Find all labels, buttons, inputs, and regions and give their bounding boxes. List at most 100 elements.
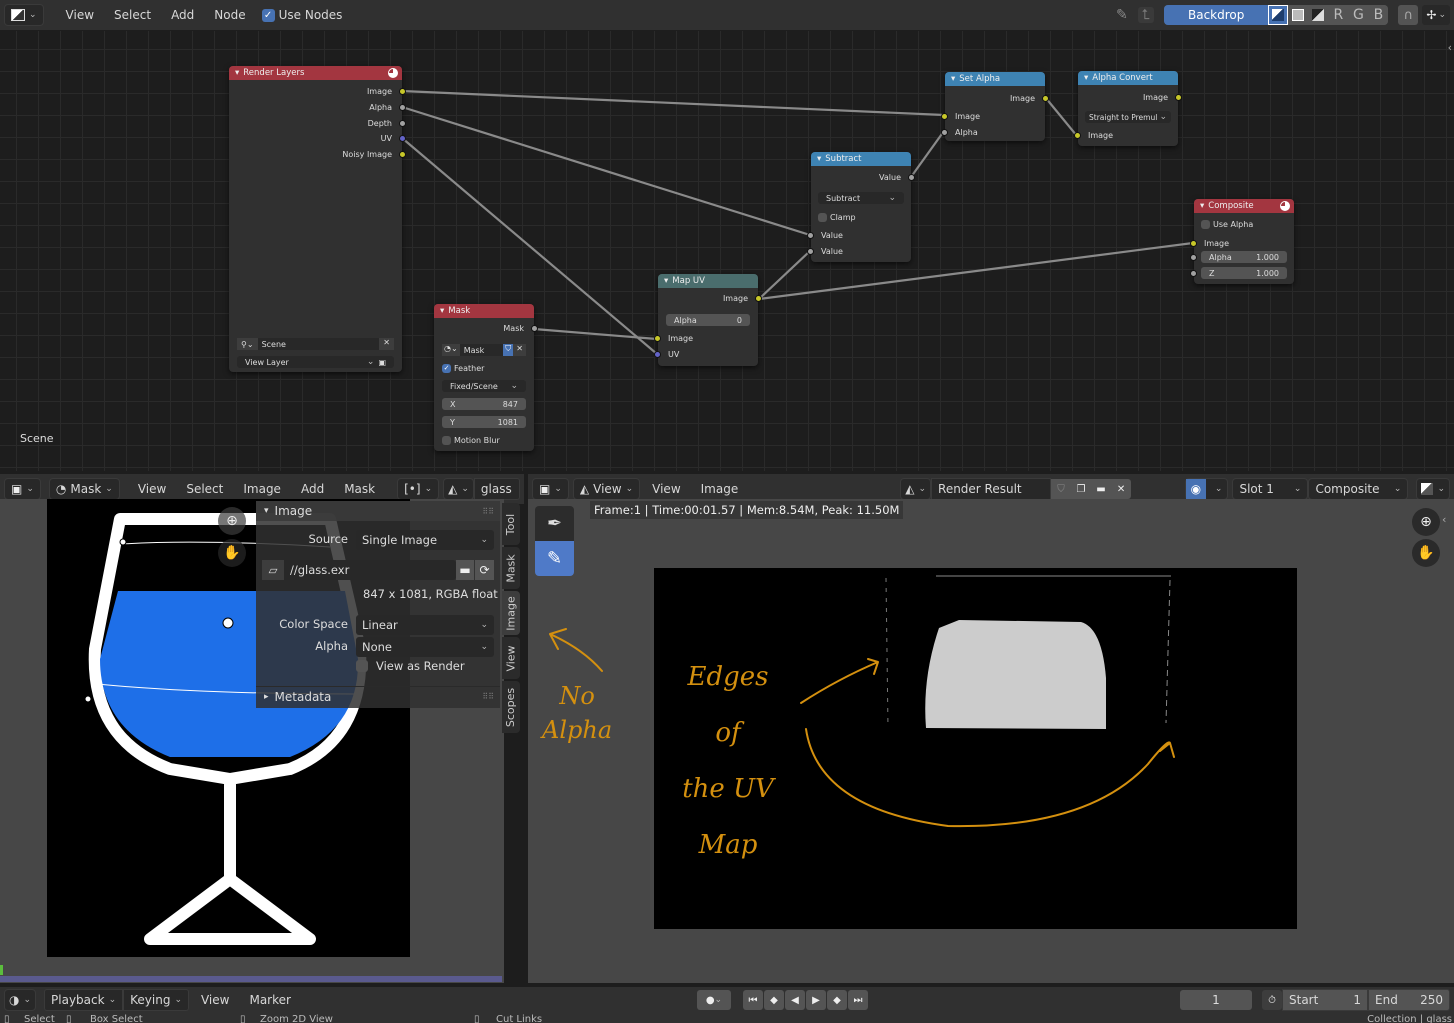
image-browse-button[interactable]: ◭ ⌄ <box>443 478 474 500</box>
socket-mask[interactable] <box>531 325 538 332</box>
use-nodes-toggle[interactable]: ✓ Use Nodes <box>261 8 342 22</box>
image-panel-header[interactable]: ▾ Image ⠿⠿ <box>256 501 500 521</box>
tab-scopes[interactable]: Scopes <box>502 681 520 733</box>
packed-file-icon[interactable]: ▱ <box>262 560 284 580</box>
render-icon[interactable] <box>1280 201 1290 211</box>
drag-handle-icon[interactable]: ⠿⠿ <box>482 692 494 701</box>
image-browse-button[interactable]: ◭ ⌄ <box>900 478 932 500</box>
link-mapuv-subtract[interactable] <box>758 250 811 300</box>
socket-input-value-2[interactable] <box>807 248 814 255</box>
link-alpha-subtract[interactable] <box>401 105 811 237</box>
end-frame-field[interactable]: End 250 <box>1368 989 1450 1011</box>
tab-tool[interactable]: Tool <box>502 503 520 545</box>
play-icon[interactable]: ▶ <box>805 990 826 1010</box>
unlink-icon[interactable]: ✕ <box>1111 479 1132 499</box>
next-keyframe-icon[interactable]: ◆ <box>826 990 847 1010</box>
image-name-field[interactable]: Render Result <box>931 478 1052 500</box>
snap-icon[interactable]: ∩ <box>1398 5 1419 25</box>
view-as-render-checkbox[interactable]: View as Render <box>356 659 465 673</box>
link-setalpha-alphaconvert[interactable] <box>1044 96 1078 137</box>
jump-end-icon[interactable]: ⏭ <box>847 990 868 1010</box>
socket-alpha[interactable] <box>399 104 406 111</box>
socket-input-image[interactable] <box>654 335 661 342</box>
menu-add[interactable]: Add <box>163 5 202 25</box>
editor-type-button[interactable]: ◑ ⌄ <box>4 989 37 1011</box>
reload-icon[interactable]: ⟳ <box>475 560 494 580</box>
sidebar-toggle-icon[interactable]: ‹ <box>1448 41 1452 54</box>
operation-dropdown[interactable]: Subtract ⌄ <box>818 192 904 204</box>
backdrop-color-alpha-icon[interactable] <box>1268 5 1289 25</box>
open-image-icon[interactable]: ▬ <box>1091 479 1112 499</box>
render-icon[interactable] <box>388 68 398 78</box>
keying-menu[interactable]: Keying ⌄ <box>123 989 189 1011</box>
channel-g-button[interactable]: G <box>1348 5 1369 25</box>
socket-input-image[interactable] <box>941 113 948 120</box>
view-mode-dropdown[interactable]: ◭ View ⌄ <box>572 478 641 500</box>
size-source-dropdown[interactable]: Fixed/Scene ⌄ <box>442 380 526 392</box>
socket-output-image[interactable] <box>1042 95 1049 102</box>
link-subtract-setalpha[interactable] <box>910 130 945 178</box>
backdrop-color-icon[interactable] <box>1288 5 1309 25</box>
tab-mask[interactable]: Mask <box>502 547 520 589</box>
display-channels-dropdown[interactable]: ⌄ <box>1416 478 1450 500</box>
y-field[interactable]: Y 1081 <box>442 416 526 428</box>
node-header[interactable]: ▾ Set Alpha <box>945 72 1045 86</box>
metadata-panel-header[interactable]: ▸ Metadata ⠿⠿ <box>256 686 500 706</box>
mask-editor-viewport[interactable]: ⊕ ✋ ▾ Image ⠿⠿ Source Single Image ⌄ ▱ //… <box>0 499 520 983</box>
collapse-icon[interactable]: ▾ <box>1200 201 1204 211</box>
node-alpha-convert[interactable]: ▾ Alpha Convert Image Straight to Premul… <box>1074 71 1182 146</box>
current-frame-field[interactable]: 1 <box>1180 990 1252 1010</box>
parent-node-tree-icon[interactable]: ⮤ <box>1137 7 1154 23</box>
filepath-field[interactable]: ▱ //glass.exr <box>262 560 456 580</box>
clear-icon[interactable]: ✕ <box>379 338 394 350</box>
menu-view[interactable]: View <box>644 479 688 499</box>
playback-menu[interactable]: Playback ⌄ <box>44 989 124 1011</box>
collapse-icon[interactable]: ▾ <box>664 276 668 286</box>
use-alpha-checkbox[interactable]: Use Alpha <box>1201 218 1253 230</box>
backdrop-alpha-icon[interactable] <box>1308 5 1329 25</box>
new-image-icon[interactable]: ❐ <box>1071 479 1092 499</box>
fake-user-icon[interactable]: ⛉ <box>503 344 514 356</box>
collapse-icon[interactable]: ▾ <box>1084 73 1088 83</box>
menu-select[interactable]: Select <box>106 5 159 25</box>
pivot-point-dropdown[interactable]: [•] ⌄ <box>397 478 440 500</box>
editor-type-button[interactable]: ⌄ <box>4 4 44 26</box>
layer-dropdown[interactable]: Composite ⌄ <box>1308 478 1409 500</box>
menu-image[interactable]: Image <box>235 479 289 499</box>
socket-uv[interactable] <box>399 135 406 142</box>
node-header[interactable]: ▾ Mask <box>434 304 534 318</box>
menu-marker[interactable]: Marker <box>241 990 298 1010</box>
zoom-icon[interactable]: ⊕ <box>218 507 246 535</box>
play-reverse-icon[interactable]: ◀ <box>784 990 805 1010</box>
auto-keying-button[interactable]: ● ⌄ <box>696 990 731 1010</box>
tab-view[interactable]: View <box>502 637 520 679</box>
slot-dropdown[interactable]: Slot 1 ⌄ <box>1232 478 1309 500</box>
menu-mask[interactable]: Mask <box>336 479 383 499</box>
fake-user-icon[interactable]: ⛉ <box>1051 479 1072 499</box>
menu-image[interactable]: Image <box>693 479 747 499</box>
socket-depth[interactable] <box>399 120 406 127</box>
preview-range-icon[interactable]: ⏱ <box>1262 990 1282 1010</box>
mode-dropdown[interactable]: Straight to Premul ⌄ <box>1085 111 1171 123</box>
menu-view[interactable]: View <box>58 5 102 25</box>
node-composite[interactable]: ▾ Composite Use Alpha Image Alpha 1.000 Z… <box>1190 199 1294 284</box>
socket-input-value-1[interactable] <box>807 232 814 239</box>
feather-checkbox[interactable]: ✓ Feather <box>442 362 484 374</box>
socket-output-image[interactable] <box>1175 94 1182 101</box>
menu-view[interactable]: View <box>130 479 174 499</box>
backdrop-toggle[interactable]: Backdrop <box>1164 5 1269 25</box>
x-field[interactable]: X 847 <box>442 398 526 410</box>
channel-r-button[interactable]: R <box>1328 5 1349 25</box>
node-header[interactable]: ▾ Map UV <box>658 274 758 288</box>
clamp-checkbox[interactable]: Clamp <box>818 211 856 223</box>
menu-select[interactable]: Select <box>178 479 231 499</box>
z-field[interactable]: Z 1.000 <box>1201 267 1287 279</box>
link-mask-mapuv[interactable] <box>533 327 658 341</box>
mode-dropdown[interactable]: ◔ Mask ⌄ <box>48 478 120 500</box>
motion-blur-checkbox[interactable]: Motion Blur <box>442 434 500 446</box>
editor-type-button[interactable]: ▣ ⌄ <box>532 478 569 500</box>
collapse-icon[interactable]: ▾ <box>235 68 239 78</box>
channel-b-button[interactable]: B <box>1368 5 1389 25</box>
socket-output-value[interactable] <box>908 174 915 181</box>
menu-add[interactable]: Add <box>293 479 332 499</box>
